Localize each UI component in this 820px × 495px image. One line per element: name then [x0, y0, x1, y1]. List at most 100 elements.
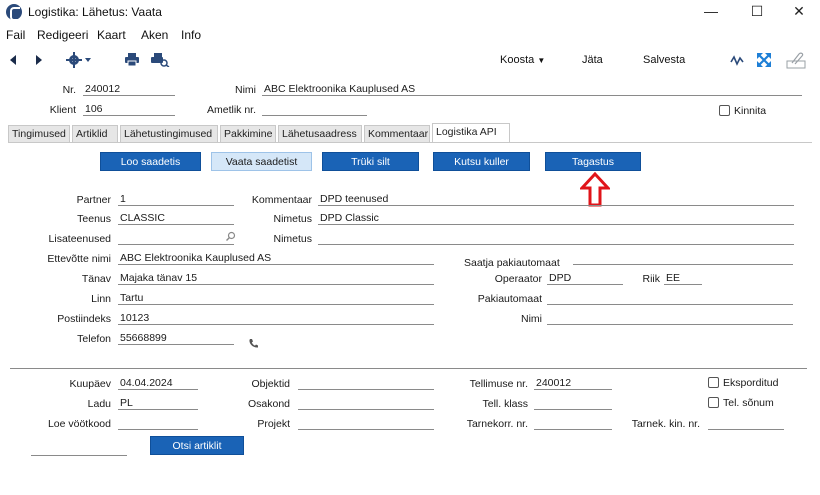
tanav-field[interactable]: Majaka tänav 15	[118, 272, 434, 285]
nr-label: Nr.	[62, 84, 76, 96]
tarnekorr-label: Tarnekorr. nr.	[466, 418, 528, 430]
print-preview-icon[interactable]	[150, 52, 170, 67]
pakiautomaat-field[interactable]	[547, 292, 793, 305]
kutsu-kuller-button[interactable]: Kutsu kuller	[433, 152, 530, 171]
maximize-button[interactable]: ☐	[734, 0, 780, 24]
kinnita-checkbox[interactable]	[719, 105, 730, 116]
tellimuse-label: Tellimuse nr.	[469, 378, 528, 390]
projekt-field[interactable]	[298, 417, 434, 430]
truki-silt-button[interactable]: Trüki silt	[322, 152, 419, 171]
riik-field[interactable]: EE	[664, 272, 702, 285]
osakond-field[interactable]	[298, 397, 434, 410]
lisateenused-label: Lisateenused	[48, 233, 111, 245]
title-bar: Logistika: Lähetus: Vaata — ☐ ✕	[0, 0, 820, 24]
pakiautomaat-label: Pakiautomaat	[477, 293, 542, 305]
saatja-title: Saatja pakiautomaat	[464, 257, 560, 269]
menu-fail[interactable]: Fail	[6, 28, 25, 42]
telefon-field[interactable]: 55668899	[118, 332, 234, 345]
barcode-search-field[interactable]	[31, 443, 127, 456]
section-divider	[10, 368, 807, 369]
menu-kaart[interactable]: Kaart	[97, 28, 126, 42]
linn-field[interactable]: Tartu	[118, 292, 434, 305]
tagastus-button[interactable]: Tagastus	[545, 152, 641, 171]
menu-info[interactable]: Info	[181, 28, 201, 42]
otsi-artiklit-button[interactable]: Otsi artiklit	[150, 436, 244, 455]
tab-logistika-api[interactable]: Logistika API	[432, 123, 510, 143]
toolbar: Koosta ▼ Jäta Salvesta	[0, 48, 820, 74]
salvesta-button[interactable]: Salvesta	[643, 54, 685, 66]
tab-kommentaar[interactable]: Kommentaar	[364, 125, 430, 143]
loe-vootkood-label: Loe vöötkood	[47, 418, 111, 430]
expand-icon[interactable]	[756, 52, 772, 68]
close-button[interactable]: ✕	[776, 0, 820, 24]
activity-icon[interactable]	[730, 54, 744, 66]
linn-label: Linn	[91, 293, 111, 305]
nimi-label: Nimi	[235, 84, 256, 96]
gear-icon[interactable]	[66, 52, 92, 68]
window-title: Logistika: Lähetus: Vaata	[28, 5, 162, 19]
tab-pakkimine[interactable]: Pakkimine	[220, 125, 276, 143]
nimetus2-field[interactable]	[318, 232, 794, 245]
telefon-label: Telefon	[77, 333, 111, 345]
tanav-label: Tänav	[81, 273, 111, 285]
saatja-nimi-field[interactable]	[547, 312, 793, 325]
lisateenused-field[interactable]	[118, 232, 234, 245]
tell-klass-field[interactable]	[534, 397, 612, 410]
klient-field[interactable]: 106	[83, 103, 175, 116]
tarnek-kin-field[interactable]	[708, 417, 784, 430]
eksporditud-label: Eksporditud	[723, 377, 779, 389]
search-icon[interactable]	[225, 231, 236, 242]
projekt-label: Projekt	[257, 418, 290, 430]
minimize-button[interactable]: —	[688, 0, 734, 24]
ametlik-label: Ametlik nr.	[206, 104, 256, 116]
phone-icon[interactable]	[248, 338, 259, 349]
tab-artiklid[interactable]: Artiklid	[72, 125, 118, 143]
partner-label: Partner	[76, 194, 111, 206]
menu-redigeeri[interactable]: Redigeeri	[37, 28, 88, 42]
tel-sonum-label: Tel. sõnum	[723, 397, 774, 409]
tel-sonum-checkbox[interactable]	[708, 397, 719, 408]
loe-vootkood-field[interactable]	[118, 417, 198, 430]
tell-klass-label: Tell. klass	[482, 398, 528, 410]
postiindeks-label: Postiindeks	[57, 313, 111, 325]
print-icon[interactable]	[124, 52, 140, 67]
kinnita-label: Kinnita	[734, 105, 767, 117]
nr-field[interactable]: 240012	[83, 83, 175, 96]
menu-aken[interactable]: Aken	[141, 28, 168, 42]
operaator-field[interactable]: DPD	[547, 272, 623, 285]
tellimuse-field[interactable]: 240012	[534, 377, 612, 390]
chevron-down-icon: ▼	[537, 56, 546, 65]
teenus-label: Teenus	[77, 213, 111, 225]
postiindeks-field[interactable]: 10123	[118, 312, 434, 325]
kuupaev-field[interactable]: 04.04.2024	[118, 377, 198, 390]
koosta-button[interactable]: Koosta ▼	[500, 54, 545, 66]
vaata-saadetist-button[interactable]: Vaata saadetist	[211, 152, 312, 171]
riik-label: Riik	[642, 273, 661, 285]
ametlik-field[interactable]	[262, 103, 367, 116]
tab-tingimused[interactable]: Tingimused	[8, 125, 70, 143]
tab-lahetusaadress[interactable]: Lähetusaadress	[278, 125, 362, 143]
tarnek-kin-label: Tarnek. kin. nr.	[631, 418, 700, 430]
ladu-field[interactable]: PL	[118, 397, 198, 410]
nimetus-field[interactable]: DPD Classic	[318, 212, 794, 225]
ettevote-field[interactable]: ABC Elektroonika Kauplused AS	[118, 252, 434, 265]
osakond-label: Osakond	[247, 398, 290, 410]
tarnekorr-field[interactable]	[534, 417, 612, 430]
ladu-label: Ladu	[87, 398, 111, 410]
saatja-divider	[573, 264, 793, 265]
partner-field[interactable]: 1	[118, 193, 234, 206]
forward-icon[interactable]	[34, 54, 44, 66]
jata-button[interactable]: Jäta	[582, 54, 603, 66]
koosta-label: Koosta	[500, 54, 535, 66]
kommentaar-label: Kommentaar	[251, 194, 312, 206]
tab-lahetustingimused[interactable]: Lähetustingimused	[120, 125, 218, 143]
teenus-field[interactable]: CLASSIC	[118, 212, 234, 225]
attach-icon[interactable]	[786, 51, 806, 69]
nimi-field[interactable]: ABC Elektroonika Kauplused AS	[262, 83, 802, 96]
menu-bar: Fail Redigeeri Kaart Aken Info	[0, 26, 820, 44]
kommentaar-field[interactable]: DPD teenused	[318, 193, 794, 206]
objektid-field[interactable]	[298, 377, 434, 390]
loo-saadetis-button[interactable]: Loo saadetis	[100, 152, 201, 171]
back-icon[interactable]	[8, 54, 18, 66]
eksporditud-checkbox[interactable]	[708, 377, 719, 388]
